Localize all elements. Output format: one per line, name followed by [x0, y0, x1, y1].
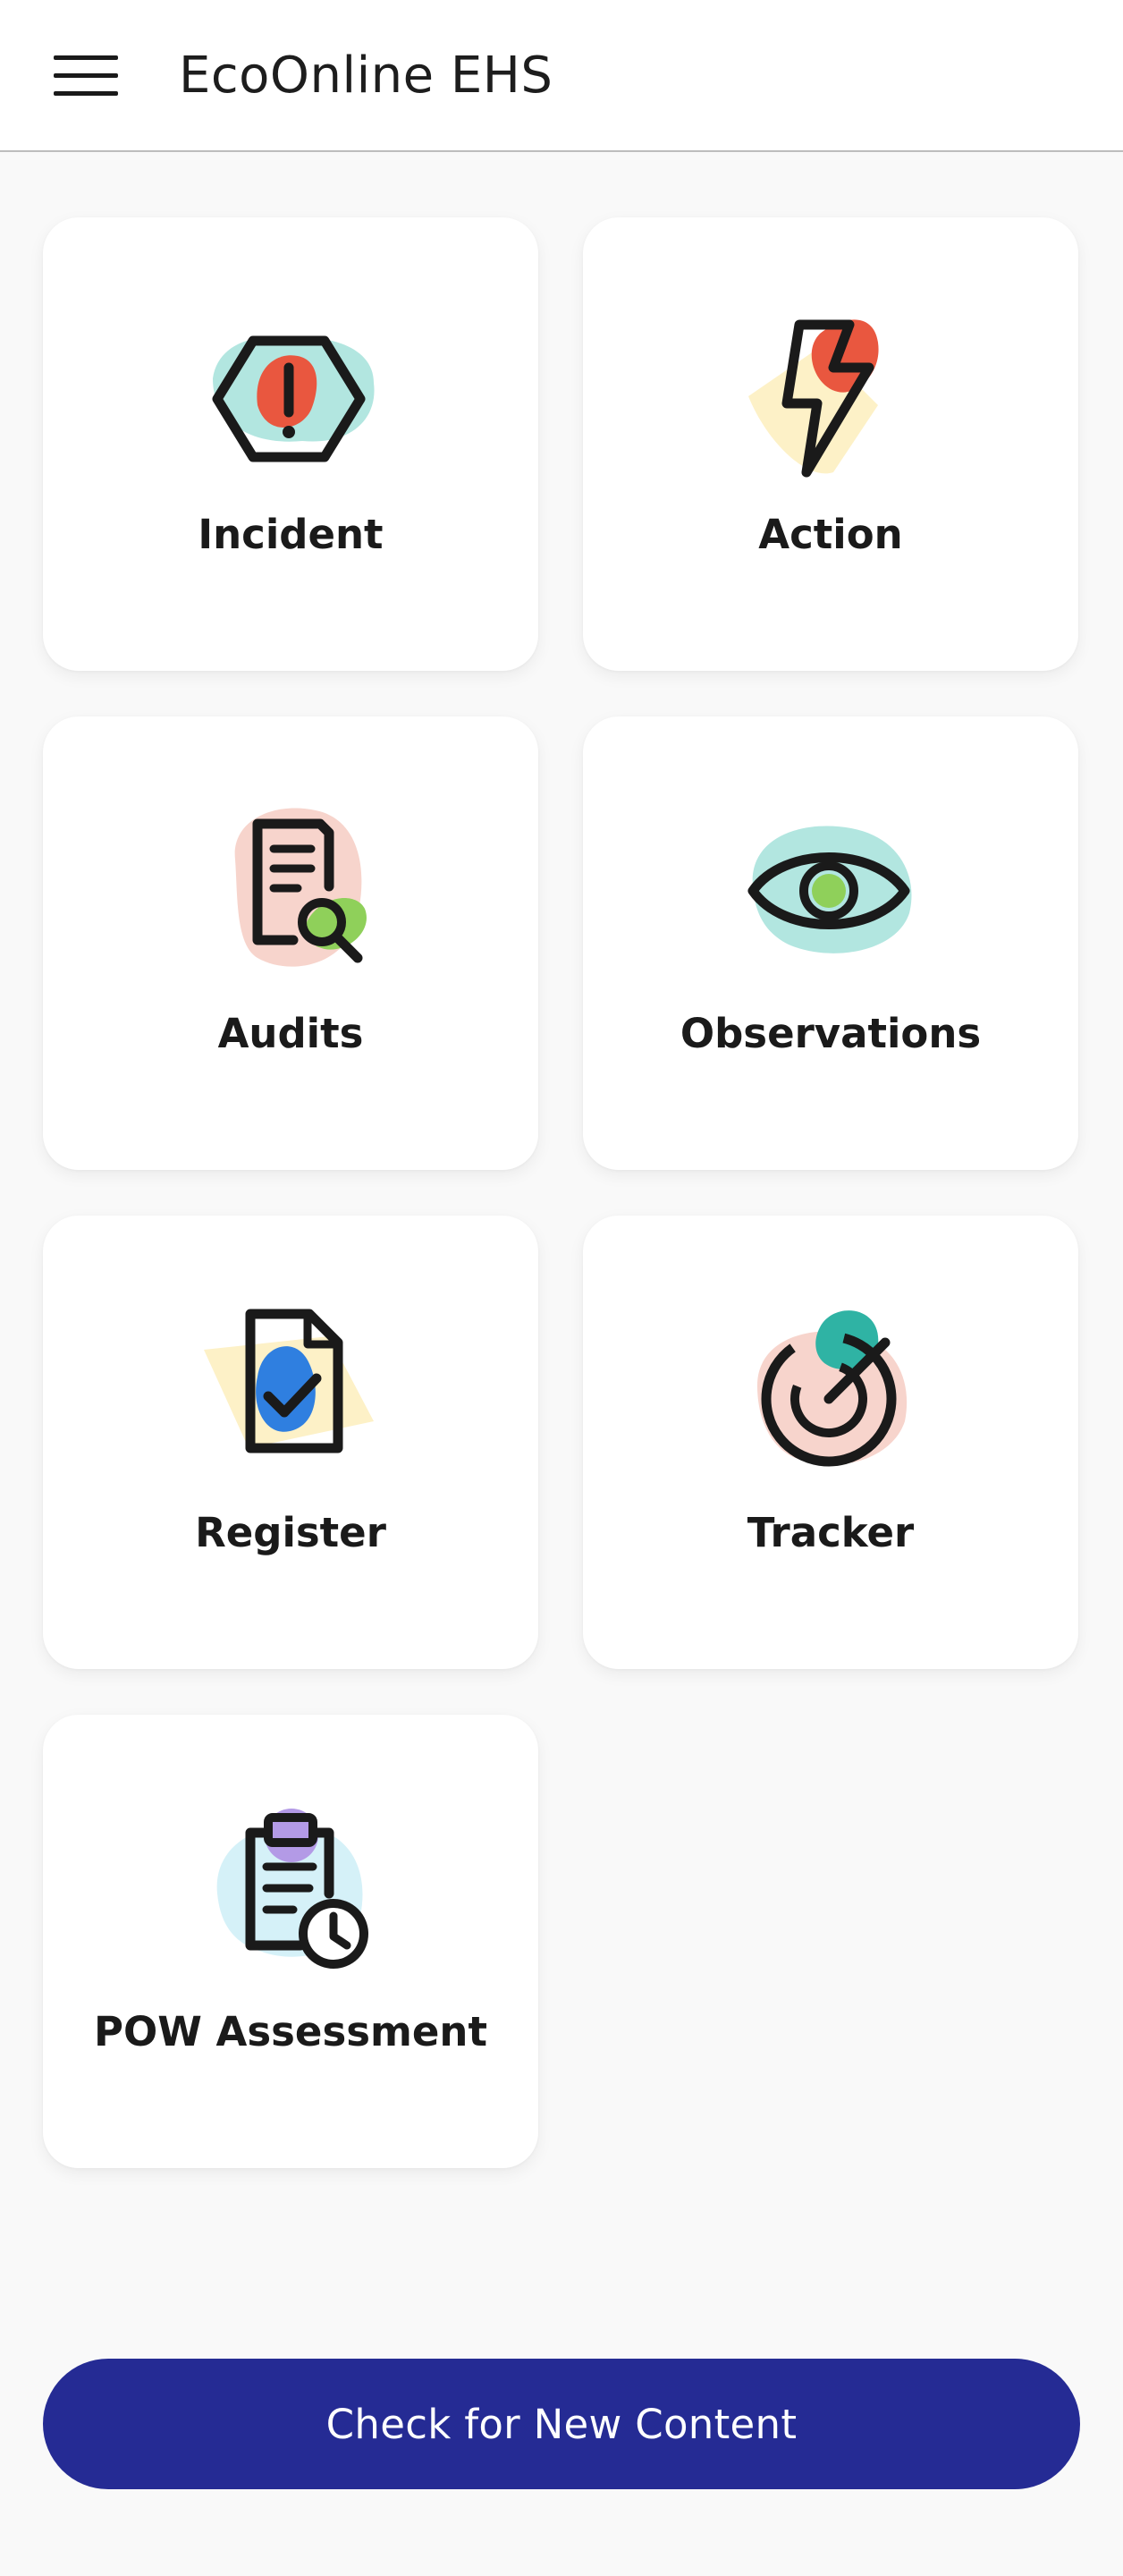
- check-for-new-content-button[interactable]: Check for New Content: [43, 2359, 1080, 2489]
- tile-incident[interactable]: Incident: [43, 217, 538, 671]
- menu-bar-line: [54, 90, 118, 96]
- app-title: EcoOnline EHS: [179, 47, 553, 105]
- pow-assessment-clipboard-clock-icon: [216, 1809, 368, 1969]
- action-lightning-bolt-icon: [748, 319, 879, 478]
- tile-pow-assessment[interactable]: POW Assessment: [43, 1715, 538, 2168]
- tile-observations[interactable]: Observations: [583, 716, 1078, 1170]
- tile-label: Incident: [198, 511, 384, 558]
- hamburger-menu-icon[interactable]: [46, 41, 125, 109]
- menu-bar-line: [54, 72, 118, 78]
- tile-label: Tracker: [747, 1509, 915, 1556]
- audits-document-magnifier-icon: [234, 808, 367, 967]
- register-document-check-icon: [204, 1309, 374, 1453]
- tracker-target-icon: [757, 1310, 908, 1467]
- tile-register[interactable]: Register: [43, 1216, 538, 1669]
- observations-eye-icon: [747, 826, 912, 953]
- tile-label: Observations: [680, 1010, 982, 1057]
- tile-label: Register: [195, 1509, 386, 1556]
- menu-bar-line: [54, 55, 118, 60]
- tile-label: POW Assessment: [94, 2008, 487, 2055]
- tile-label: Action: [758, 511, 903, 558]
- tile-audits[interactable]: Audits: [43, 716, 538, 1170]
- tile-action[interactable]: Action: [583, 217, 1078, 671]
- tile-tracker[interactable]: Tracker: [583, 1216, 1078, 1669]
- app-bar: EcoOnline EHS: [0, 0, 1123, 152]
- tile-label: Audits: [217, 1010, 364, 1057]
- incident-hexagon-alert-icon: [212, 335, 375, 462]
